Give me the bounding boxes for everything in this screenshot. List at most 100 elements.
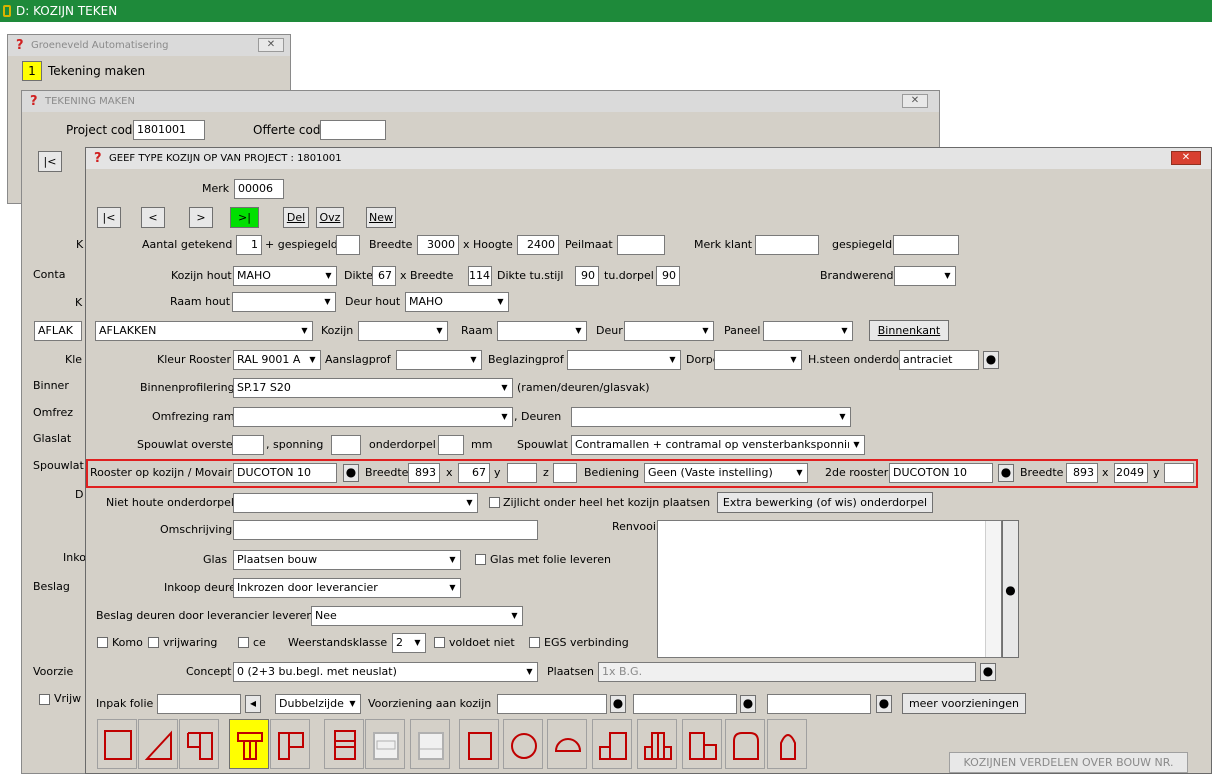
kozijn-select[interactable]: ▼ bbox=[358, 321, 448, 341]
side-vrijwaring-checkbox[interactable] bbox=[39, 694, 50, 705]
overview-button[interactable]: Ovz bbox=[316, 207, 344, 228]
shape-gothic-arch-button[interactable] bbox=[767, 719, 807, 769]
ce-checkbox[interactable] bbox=[238, 637, 249, 648]
nav-first-button[interactable]: |< bbox=[97, 207, 121, 228]
dorpelafd-select[interactable]: ▼ bbox=[714, 350, 802, 370]
rooster-breedte-input[interactable]: 893 bbox=[408, 463, 440, 483]
voorziening3-lookup-button[interactable]: ● bbox=[876, 695, 892, 713]
inpak-input[interactable] bbox=[157, 694, 241, 714]
shape-triangle-button[interactable] bbox=[138, 719, 178, 769]
renvooi-textarea[interactable] bbox=[657, 520, 1002, 658]
deur-hout-select[interactable]: MAHO ▼ bbox=[405, 292, 509, 312]
nav-next-button[interactable]: > bbox=[189, 207, 213, 228]
tu-dorpel-input[interactable]: 90 bbox=[656, 266, 680, 286]
voorziening3-input[interactable] bbox=[767, 694, 871, 714]
aantal-input[interactable]: 1 bbox=[236, 235, 262, 255]
omschrijving-input[interactable] bbox=[233, 520, 538, 540]
binnenprofilering-select[interactable]: SP.17 S20 ▼ bbox=[233, 378, 513, 398]
shape-rectangle-button[interactable] bbox=[459, 719, 499, 769]
paneel-select[interactable]: ▼ bbox=[763, 321, 853, 341]
close-button[interactable]: ✕ bbox=[902, 94, 928, 108]
brandwerend-select[interactable]: ▼ bbox=[894, 266, 956, 286]
rooster-y-input[interactable] bbox=[507, 463, 537, 483]
afwerking-select[interactable]: AFLAKKEN ▼ bbox=[95, 321, 313, 341]
shape-arch-button[interactable] bbox=[592, 719, 632, 769]
first-record-button[interactable]: |< bbox=[38, 151, 62, 172]
hsteen-input[interactable]: antraciet bbox=[899, 350, 979, 370]
voldoet-checkbox[interactable] bbox=[434, 637, 445, 648]
spouwlat-select[interactable]: Contramallen + contramal op vensterbanks… bbox=[571, 435, 865, 455]
dikte-tu-input[interactable]: 90 bbox=[575, 266, 599, 286]
shape-t-window-button[interactable] bbox=[229, 719, 269, 769]
deur-select[interactable]: ▼ bbox=[624, 321, 714, 341]
raam-hout-select[interactable]: ▼ bbox=[232, 292, 336, 312]
dialog-close-button[interactable]: ✕ bbox=[1171, 151, 1201, 165]
sponning-input[interactable] bbox=[331, 435, 361, 455]
voorziening2-input[interactable] bbox=[633, 694, 737, 714]
plaatsen-input[interactable]: 1x B.G. bbox=[598, 662, 976, 682]
rooster-lookup-button[interactable]: ● bbox=[343, 464, 359, 482]
rooster-h-input[interactable]: 67 bbox=[458, 463, 490, 483]
menu-item-number[interactable]: 1 bbox=[22, 61, 42, 81]
binnenkant-button[interactable]: Binnenkant bbox=[869, 320, 949, 341]
plaatsen-lookup-button[interactable]: ● bbox=[980, 663, 996, 681]
breedte-input[interactable]: 3000 bbox=[417, 235, 459, 255]
peilmaat-input[interactable] bbox=[617, 235, 665, 255]
glas-folie-checkbox[interactable] bbox=[475, 554, 486, 565]
meer-voorzieningen-button[interactable]: meer voorzieningen bbox=[902, 693, 1026, 714]
shape-split-window-button[interactable] bbox=[324, 719, 364, 769]
aanslagprof-select[interactable]: ▼ bbox=[396, 350, 482, 370]
extra-bewerking-button[interactable]: Extra bewerking (of wis) onderdorpel bbox=[717, 492, 933, 513]
niet-houte-select[interactable]: ▼ bbox=[233, 493, 478, 513]
new-button[interactable]: New bbox=[366, 207, 396, 228]
shape-step-double-button[interactable] bbox=[637, 719, 677, 769]
weerstand-select[interactable]: 2 ▼ bbox=[392, 633, 426, 653]
spouwlat-oversteek-input[interactable] bbox=[232, 435, 264, 455]
rooster-z-input[interactable] bbox=[553, 463, 577, 483]
nav-prev-button[interactable]: < bbox=[141, 207, 165, 228]
merk-klant-input[interactable] bbox=[755, 235, 819, 255]
inpak-lookup-button[interactable]: ◂ bbox=[245, 695, 261, 713]
nav-last-button[interactable]: >| bbox=[230, 207, 259, 228]
rooster2-y-input[interactable] bbox=[1164, 463, 1194, 483]
shape-glass-pane-button[interactable] bbox=[365, 719, 405, 769]
kozijn-hout-select[interactable]: MAHO ▼ bbox=[233, 266, 337, 286]
rooster2-input[interactable]: DUCOTON 10 bbox=[889, 463, 993, 483]
kleur-rooster-select[interactable]: RAL 9001 A ▼ bbox=[233, 350, 321, 370]
onderdorpel-input[interactable] bbox=[438, 435, 464, 455]
rooster2-h-input[interactable]: 2049 bbox=[1114, 463, 1148, 483]
gespiegeld-input[interactable] bbox=[336, 235, 360, 255]
inkoop-select[interactable]: Inkrozen door leverancier ▼ bbox=[233, 578, 461, 598]
glas-select[interactable]: Plaatsen bouw ▼ bbox=[233, 550, 461, 570]
shape-square-button[interactable] bbox=[97, 719, 137, 769]
rooster-input[interactable]: DUCOTON 10 bbox=[233, 463, 337, 483]
rooster2-lookup-button[interactable]: ● bbox=[998, 464, 1014, 482]
renvooi-lookup-button[interactable]: ● bbox=[1002, 520, 1019, 658]
offerte-code-input[interactable] bbox=[320, 120, 386, 140]
verdelen-button[interactable]: KOZIJNEN VERDELEN OVER BOUW NR. bbox=[949, 752, 1188, 773]
delete-button[interactable]: Del bbox=[283, 207, 309, 228]
bediening-select[interactable]: Geen (Vaste instelling) ▼ bbox=[644, 463, 808, 483]
shape-glass-pane-2-button[interactable] bbox=[410, 719, 450, 769]
vrijwaring-checkbox[interactable] bbox=[148, 637, 159, 648]
menu-item-label[interactable]: Tekening maken bbox=[48, 61, 145, 81]
shape-rounded-button[interactable] bbox=[725, 719, 765, 769]
gespiegeld2-input[interactable] bbox=[893, 235, 959, 255]
shape-step-right-button[interactable] bbox=[682, 719, 722, 769]
omfrezing-select[interactable]: ▼ bbox=[233, 407, 513, 427]
hsteen-lookup-button[interactable]: ● bbox=[983, 351, 999, 369]
shape-double-window-button[interactable] bbox=[179, 719, 219, 769]
voorziening1-lookup-button[interactable]: ● bbox=[610, 695, 626, 713]
dikte-input[interactable]: 67 bbox=[372, 266, 396, 286]
hoogte-input[interactable]: 2400 bbox=[517, 235, 559, 255]
shape-half-circle-button[interactable] bbox=[547, 719, 587, 769]
egs-checkbox[interactable] bbox=[529, 637, 540, 648]
dubbelzijde-select[interactable]: Dubbelzijde ▼ bbox=[275, 694, 361, 714]
xbreedte-input[interactable]: 114 bbox=[468, 266, 492, 286]
komo-checkbox[interactable] bbox=[97, 637, 108, 648]
close-button[interactable]: ✕ bbox=[258, 38, 284, 52]
beslag-select[interactable]: Nee ▼ bbox=[311, 606, 523, 626]
renvooi-scrollbar[interactable] bbox=[985, 521, 1001, 657]
raam-select[interactable]: ▼ bbox=[497, 321, 587, 341]
voorziening1-input[interactable] bbox=[497, 694, 607, 714]
